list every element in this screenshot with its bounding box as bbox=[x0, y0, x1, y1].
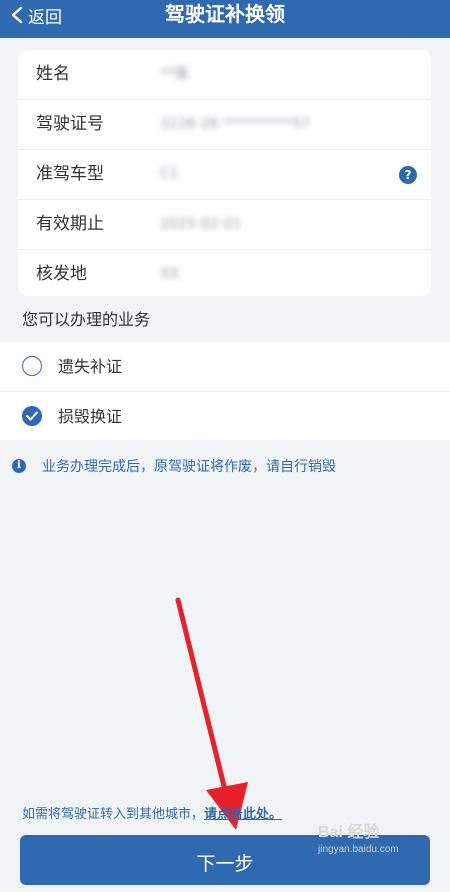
help-icon[interactable]: ? bbox=[399, 166, 417, 184]
info-label: 驾驶证号 bbox=[36, 114, 104, 134]
info-value: **强 bbox=[160, 66, 188, 82]
service-options: 遗失补证 损毁换证 bbox=[0, 342, 450, 440]
info-value: C1 bbox=[160, 166, 179, 182]
option-damage-replacement[interactable]: 损毁换证 bbox=[0, 392, 450, 441]
info-row-vehicle-class: 准驾车型 C1 ? bbox=[18, 150, 431, 200]
info-value: 2025-02-01 bbox=[160, 216, 242, 232]
transfer-notice: 如需将驾驶证转入到其他城市，请点击此处。 bbox=[22, 803, 282, 822]
notice-text: 业务办理完成后，原驾驶证将作废，请自行销毁 bbox=[42, 459, 336, 475]
checkmark-icon bbox=[26, 411, 38, 421]
notice-message: i 业务办理完成后，原驾驶证将作废，请自行销毁 bbox=[12, 456, 336, 476]
info-row-license-number: 驾驶证号 3226 28 **********57 bbox=[18, 100, 431, 150]
option-label: 损毁换证 bbox=[58, 407, 123, 426]
next-step-button[interactable]: 下一步 bbox=[20, 835, 430, 885]
info-icon: i bbox=[12, 459, 26, 473]
page-title: 驾驶证补换领 bbox=[165, 2, 285, 26]
info-row-issuing-place: 核发地 XX bbox=[18, 250, 431, 296]
info-row-expiry: 有效期止 2025-02-01 bbox=[18, 200, 431, 250]
info-row-name: 姓名 **强 bbox=[18, 50, 431, 100]
info-value: XX bbox=[160, 266, 180, 282]
header-bar: 返回 驾驶证补换领 bbox=[0, 0, 450, 38]
option-label: 遗失补证 bbox=[58, 357, 123, 376]
transfer-link[interactable]: 请点击此处。 bbox=[204, 807, 282, 822]
info-label: 准驾车型 bbox=[36, 164, 104, 184]
radio-unchecked-icon[interactable] bbox=[22, 356, 42, 376]
license-info-card: 姓名 **强 驾驶证号 3226 28 **********57 准驾车型 C1… bbox=[18, 50, 431, 296]
option-lost-replacement[interactable]: 遗失补证 bbox=[0, 342, 450, 392]
services-title: 您可以办理的业务 bbox=[22, 310, 151, 329]
radio-checked-icon[interactable] bbox=[22, 406, 42, 426]
info-value: 3226 28 **********57 bbox=[160, 116, 311, 132]
info-label: 有效期止 bbox=[36, 214, 104, 234]
info-label: 核发地 bbox=[36, 264, 87, 284]
info-label: 姓名 bbox=[36, 64, 70, 84]
transfer-text: 如需将驾驶证转入到其他城市， bbox=[22, 807, 205, 822]
